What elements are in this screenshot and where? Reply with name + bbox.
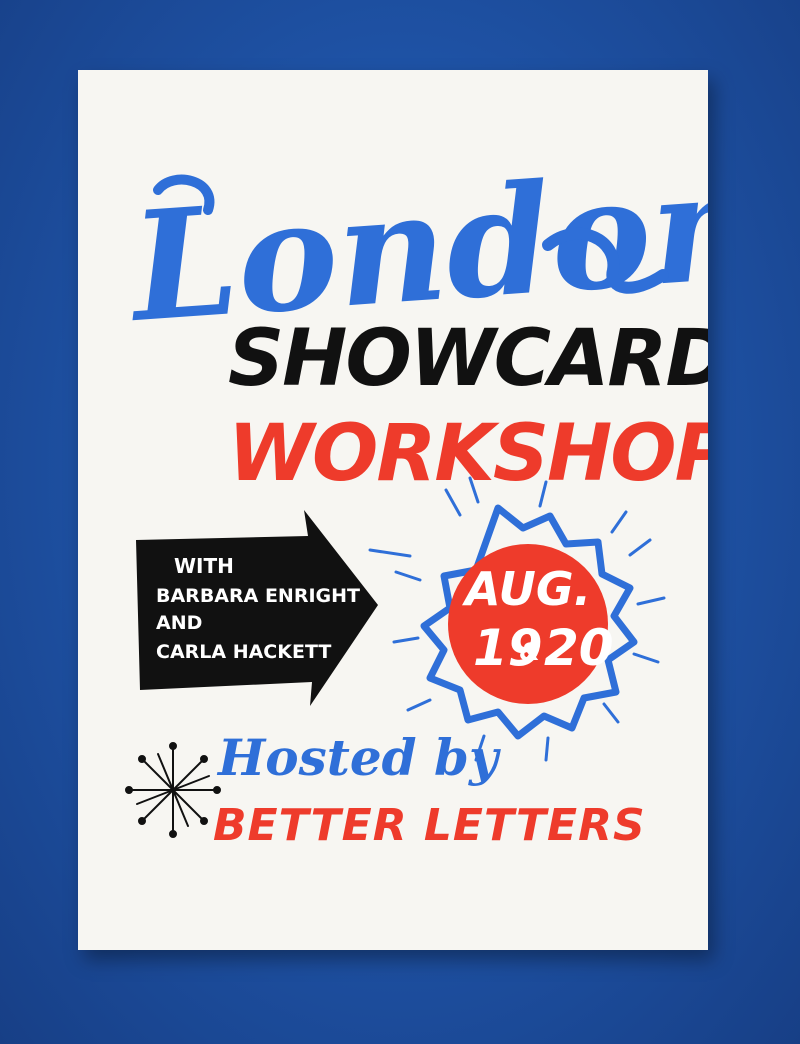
- host-name-text: BETTER LETTERS: [213, 800, 646, 851]
- hosted-by-text: Hosted by: [216, 728, 501, 787]
- title-workshop: WORKSHOP: [228, 409, 708, 499]
- poster-sheet: London SHOWCARD WORKSHOP WITH BARBARA EN…: [78, 70, 708, 950]
- hosts-and: AND: [156, 612, 202, 634]
- hosts-carla: CARLA HACKETT: [156, 641, 331, 663]
- sparkle-burst-icon: [125, 742, 221, 838]
- poster-artwork: London SHOWCARD WORKSHOP WITH BARBARA EN…: [122, 136, 708, 851]
- date-starburst: AUG. 19 & 20: [368, 476, 666, 762]
- hosts-barbara: BARBARA ENRIGHT: [156, 585, 360, 607]
- title-showcard: SHOWCARD: [228, 314, 708, 404]
- arrow-right-banner: [136, 510, 378, 706]
- date-ampersand: &: [520, 638, 541, 666]
- hosts-with: WITH: [174, 554, 234, 578]
- hosts-arrow-banner: WITH BARBARA ENRIGHT AND CARLA HACKETT: [136, 510, 378, 706]
- date-day-end: 20: [544, 619, 614, 677]
- date-month: AUG.: [462, 562, 591, 616]
